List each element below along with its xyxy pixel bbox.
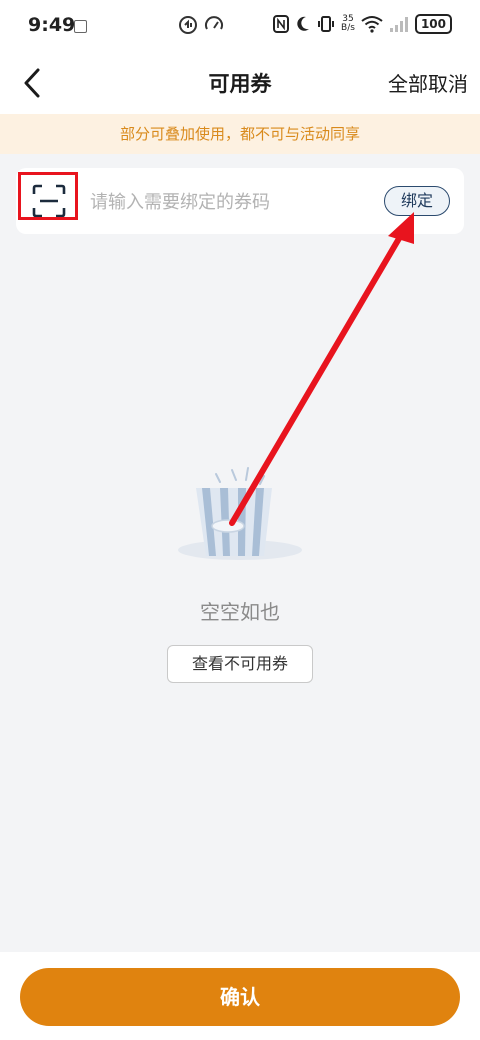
speedometer-icon [205,16,223,30]
status-app-icons [178,15,224,35]
coupon-code-input[interactable] [88,185,382,219]
stacking-notice: 部分可叠加使用，都不可与活动同享 [0,114,480,154]
confirm-button[interactable]: 确认 [20,968,460,1026]
net-speed-unit: B/s [341,23,355,33]
bind-button[interactable]: 绑定 [384,186,450,216]
nav-bar: 可用券 全部取消 [0,52,480,114]
back-icon[interactable] [18,66,48,100]
vibrate-icon [318,16,335,32]
bind-coupon-card: 绑定 [16,168,464,234]
empty-popcorn-illustration [178,467,302,560]
cancel-all-button[interactable]: 全部取消 [388,68,468,97]
nfc-icon [273,15,290,33]
net-speed: 35 B/s [341,15,355,33]
signal-icon [389,17,408,32]
view-unavailable-coupons-button[interactable]: 查看不可用券 [167,645,313,683]
eye-protect-icon [179,16,197,34]
moon-icon [297,16,310,31]
status-right: 35 B/s 100 [273,14,452,34]
status-bar: 9:49 35 B/s 100 [0,0,480,52]
bottom-bar: 确认 [0,952,480,1040]
scan-highlight-box [18,172,78,220]
status-time: 9:49 [28,14,76,36]
empty-state-text: 空空如也 [200,600,280,624]
screen-record-icon [74,20,87,33]
battery-indicator: 100 [414,14,452,34]
wifi-icon [361,16,383,33]
